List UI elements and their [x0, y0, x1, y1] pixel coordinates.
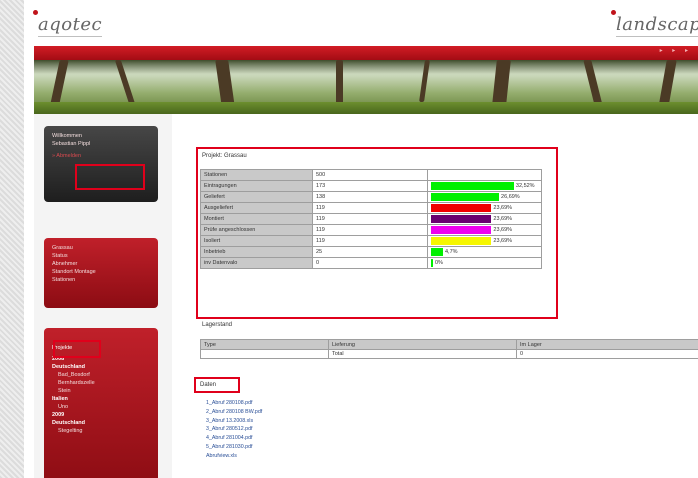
lager-title: Lagerstand — [202, 322, 233, 328]
table-row: Total 0 — [200, 349, 698, 359]
landscape-logo[interactable]: landscape — [611, 10, 698, 37]
banner-grass — [34, 102, 698, 114]
logo-underline — [616, 36, 698, 37]
welcome-text: Willkommen — [52, 133, 82, 139]
project-tree-item[interactable]: Uno — [52, 403, 150, 411]
table-cell — [200, 349, 329, 359]
file-link[interactable]: 3_Abruf 280512.pdf — [206, 425, 262, 434]
logo-dot-icon — [611, 10, 616, 15]
project-tree-item[interactable]: Italien — [52, 395, 150, 403]
logo-dot-icon — [33, 10, 38, 15]
project-tree-item[interactable]: Stein — [52, 387, 150, 395]
lager-col-type: Type — [200, 339, 329, 350]
banner-canopy — [34, 60, 698, 74]
aqotec-logo-text: aqotec — [38, 14, 103, 35]
forest-banner-image — [34, 60, 698, 114]
logout-link[interactable]: » Abmelden — [52, 152, 150, 160]
header: aqotec landscape — [24, 0, 698, 46]
table-cell: 0 — [516, 349, 698, 359]
project-tree-item[interactable]: Bernhardszelle — [52, 379, 150, 387]
project-tree-item[interactable]: Stegelting — [52, 427, 150, 435]
lager-col-lieferung: Lieferung — [328, 339, 517, 350]
lager-header-row: Type Lieferung Im Lager — [200, 339, 698, 350]
file-link[interactable]: 1_Abruf 280108.pdf — [206, 399, 262, 408]
header-red-bar: ▸ ▸ ▸ — [34, 46, 698, 60]
highlight-stats — [196, 147, 558, 319]
menu-item-stationen[interactable]: Stationen — [52, 276, 150, 284]
menu-item-status[interactable]: Status — [52, 252, 150, 260]
aqotec-logo[interactable]: aqotec — [33, 10, 103, 37]
highlight-logout — [75, 164, 145, 190]
project-tree-item[interactable]: Bad_Bosdorf — [52, 371, 150, 379]
table-cell: Total — [328, 349, 517, 359]
landscape-logo-text: landscape — [616, 14, 698, 35]
project-tree-item[interactable]: Deutschland — [52, 419, 150, 427]
menu-item-grassau[interactable]: Grassau — [52, 244, 150, 252]
menu-item-abnehmer[interactable]: Abnehmer — [52, 260, 150, 268]
main-content: Projekt: Grassau Stationen 500 Eintragunge… — [176, 114, 698, 478]
lager-col-im-lager: Im Lager — [516, 339, 698, 350]
banner-tree — [336, 60, 343, 108]
lager-table: Type Lieferung Im Lager Total 0 — [200, 339, 698, 359]
page: aqotec landscape ▸ ▸ ▸ Willkommen Sebast… — [24, 0, 698, 478]
user-name: Sebastian Pippl — [52, 141, 91, 147]
project-tree-item[interactable]: 2009 — [52, 411, 150, 419]
project-tree-item[interactable]: Deutschland — [52, 363, 150, 371]
file-link[interactable]: 4_Abruf 281004.pdf — [206, 434, 262, 443]
file-link[interactable]: 5_Abruf 281030.pdf — [206, 443, 262, 452]
file-link[interactable]: Abrufview.xls — [206, 452, 262, 461]
files-list: 1_Abruf 280108.pdf 2_Abruf 280108 BW.pdf 3… — [206, 399, 262, 461]
redbar-arrow-icons: ▸ ▸ ▸ — [659, 48, 692, 54]
file-link[interactable]: 2_Abruf 280108 BW.pdf — [206, 408, 262, 417]
logo-underline — [38, 36, 103, 37]
menu-item-standort-montage[interactable]: Standort Montage — [52, 268, 150, 276]
file-link[interactable]: 3_Abruf 13.2008.xls — [206, 417, 262, 426]
project-tree: 2008 Deutschland Bad_Bosdorf Bernhardszelle… — [52, 355, 150, 435]
highlight-daten — [194, 377, 240, 393]
highlight-projects — [53, 340, 101, 358]
menu-box: Grassau Status Abnehmer Standort Montage… — [44, 238, 158, 308]
